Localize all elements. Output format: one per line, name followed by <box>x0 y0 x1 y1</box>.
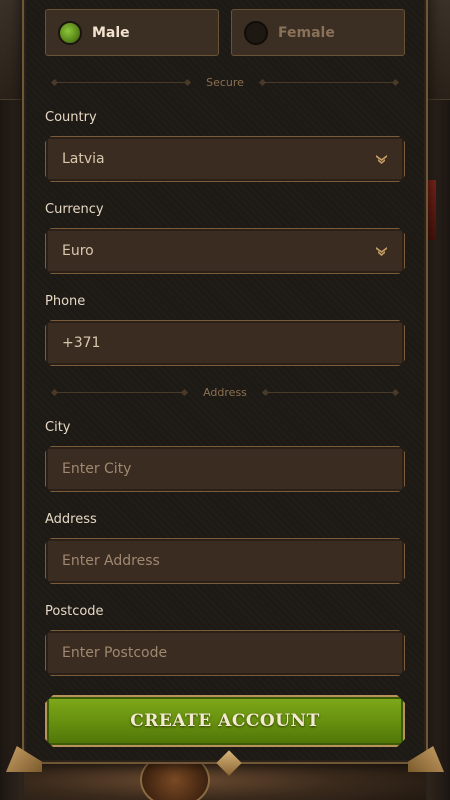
background-left-edge <box>0 100 22 800</box>
country-select[interactable]: Latvia <box>45 136 405 182</box>
city-field[interactable]: Enter City <box>45 446 405 492</box>
chevron-down-icon <box>376 154 386 164</box>
gender-female-label: Female <box>278 24 335 41</box>
currency-select[interactable]: Euro <box>45 228 405 274</box>
address-field[interactable]: Enter Address <box>45 538 405 584</box>
gender-option-male[interactable]: Male <box>45 9 219 56</box>
country-value: Latvia <box>62 151 105 167</box>
phone-label: Phone <box>45 294 86 309</box>
divider-line <box>259 81 399 83</box>
divider-line <box>52 391 188 393</box>
divider-line <box>262 391 398 393</box>
corner-ornament-icon <box>408 746 444 772</box>
currency-value: Euro <box>62 243 94 259</box>
section-title-secure: Secure <box>206 75 244 89</box>
section-title-address: Address <box>203 385 247 399</box>
create-account-button[interactable]: CREATE ACCOUNT <box>45 695 405 747</box>
divider-line <box>52 81 191 83</box>
city-label: City <box>45 420 71 435</box>
chevron-down-icon <box>376 246 386 256</box>
gender-option-female[interactable]: Female <box>231 9 405 56</box>
section-divider-secure: Secure <box>52 75 399 89</box>
address-label: Address <box>45 512 97 527</box>
modal-bottom-ornament <box>6 746 444 776</box>
corner-ornament-icon <box>6 746 42 772</box>
postcode-label: Postcode <box>45 604 104 619</box>
city-placeholder: Enter City <box>62 461 132 477</box>
address-placeholder: Enter Address <box>62 553 160 569</box>
country-label: Country <box>45 110 97 125</box>
gender-male-label: Male <box>92 24 130 41</box>
diamond-ornament-icon <box>216 750 242 776</box>
currency-label: Currency <box>45 202 104 217</box>
section-divider-address: Address <box>52 385 398 399</box>
postcode-field[interactable]: Enter Postcode <box>45 630 405 676</box>
phone-value: +371 <box>62 335 101 351</box>
gender-selector: Male Female <box>45 9 405 56</box>
radio-unchecked-icon <box>244 20 268 45</box>
create-account-label: CREATE ACCOUNT <box>130 711 320 731</box>
postcode-placeholder: Enter Postcode <box>62 645 168 661</box>
radio-checked-icon <box>58 20 82 45</box>
phone-field[interactable]: +371 <box>45 320 405 366</box>
